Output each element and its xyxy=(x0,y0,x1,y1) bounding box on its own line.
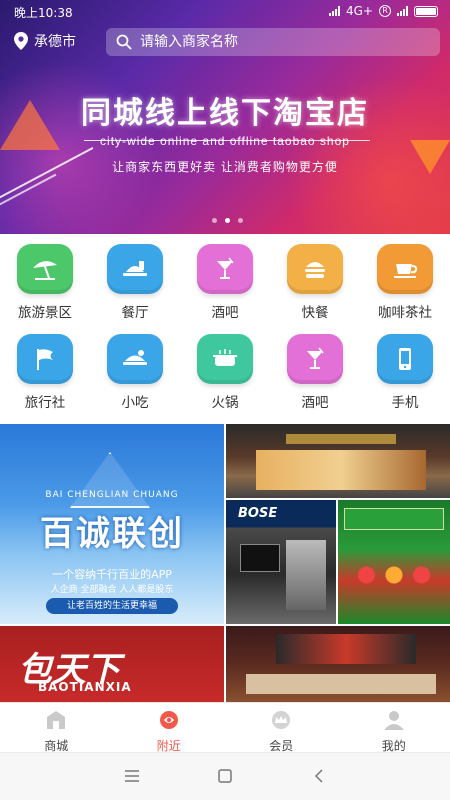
category-label: 旅行社 xyxy=(24,395,66,411)
crown-icon xyxy=(272,711,291,729)
merchant-photo-grid: BAI CHENGLIAN CHUANG 百诚联创 一个容纳千行百业的APP 人… xyxy=(0,424,450,702)
tab-member[interactable]: 会员 xyxy=(225,703,338,753)
promo-pinyin: BAI CHENGLIAN CHUANG xyxy=(45,490,179,500)
market-sign xyxy=(344,508,444,530)
back-icon[interactable] xyxy=(314,769,324,783)
category-label: 旅游景区 xyxy=(18,305,72,321)
status-icons: 4G+ R xyxy=(329,4,438,18)
banner-slogan: 让商家东西更好卖 让消费者购物更方便 xyxy=(112,160,338,174)
carousel-dot xyxy=(238,218,243,223)
banner-carousel[interactable]: 同城线上线下淘宝店 city-wide online and offline t… xyxy=(0,88,450,175)
carousel-dot-active xyxy=(225,218,230,223)
bose-logo: BOSE xyxy=(238,506,278,521)
banner-divider xyxy=(84,140,370,141)
header: 承德市 xyxy=(0,28,450,58)
status-time: 晚上10:38 xyxy=(14,6,73,20)
carousel-dot xyxy=(212,218,217,223)
promo-line: 一个容纳千行百业的APP xyxy=(52,568,172,581)
category-grid: 旅游景区 餐厅 酒吧 快餐 咖啡茶社 旅行社 小吃 火锅 酒吧 手机 xyxy=(0,236,450,424)
top-banner-area: 晚上10:38 4G+ R 承德市 同城线上线下淘宝店 city-wide xyxy=(0,0,450,234)
search-icon xyxy=(116,34,132,50)
store-sign xyxy=(286,434,396,444)
category-item[interactable]: 酒吧 xyxy=(270,334,360,411)
phone-icon xyxy=(377,334,433,384)
search-input[interactable] xyxy=(140,34,420,50)
status-bar: 晚上10:38 4G+ R xyxy=(0,0,450,24)
promo-image[interactable]: BAI CHENGLIAN CHUANG 百诚联创 一个容纳千行百业的APP 人… xyxy=(0,424,224,624)
cocktail-icon xyxy=(287,334,343,384)
menu-board xyxy=(276,634,416,664)
category-item[interactable]: 手机 xyxy=(360,334,450,411)
location-pin-icon xyxy=(14,32,28,50)
category-label: 酒吧 xyxy=(211,305,239,321)
category-item[interactable]: 小吃 xyxy=(90,334,180,411)
store-screen xyxy=(240,544,280,572)
tab-mine[interactable]: 我的 xyxy=(338,703,450,753)
beach-umbrella-icon xyxy=(17,244,73,294)
signal-icon xyxy=(329,6,340,16)
category-item[interactable]: 酒吧 xyxy=(180,244,270,321)
network-type: 4G+ xyxy=(346,4,373,18)
r-badge-icon: R xyxy=(379,5,391,17)
home-icon[interactable] xyxy=(218,769,232,783)
category-item[interactable]: 旅行社 xyxy=(0,334,90,411)
system-nav-bar xyxy=(0,752,450,800)
user-icon xyxy=(383,711,404,730)
category-item[interactable]: 快餐 xyxy=(270,244,360,321)
bottom-tab-bar: 商城 附近 会员 我的 xyxy=(0,702,450,753)
category-label: 餐厅 xyxy=(121,305,149,321)
category-item[interactable]: 餐厅 xyxy=(90,244,180,321)
tab-mall[interactable]: 商城 xyxy=(0,703,113,753)
store-door xyxy=(286,540,326,610)
store-photo[interactable] xyxy=(226,626,450,702)
category-label: 火锅 xyxy=(211,395,239,411)
coffee-cup-icon xyxy=(377,244,433,294)
category-label: 手机 xyxy=(391,395,419,411)
market-stall xyxy=(348,560,440,590)
category-item[interactable]: 咖啡茶社 xyxy=(360,244,450,321)
brand-name-en: BAOTIANXIA xyxy=(38,680,132,694)
city-name: 承德市 xyxy=(34,34,76,50)
city-selector[interactable]: 承德市 xyxy=(14,31,76,51)
flag-icon xyxy=(17,334,73,384)
category-label: 咖啡茶社 xyxy=(378,305,432,321)
nearby-icon xyxy=(159,711,178,729)
menu-icon[interactable] xyxy=(124,769,140,783)
store-photo[interactable] xyxy=(338,500,450,624)
promo-title: 百诚联创 xyxy=(40,514,184,554)
category-item[interactable]: 旅游景区 xyxy=(0,244,90,321)
hotpot-icon xyxy=(197,334,253,384)
cocktail-icon xyxy=(197,244,253,294)
category-label: 小吃 xyxy=(121,395,149,411)
shop-icon xyxy=(47,711,66,729)
store-front xyxy=(256,450,426,490)
burger-icon xyxy=(287,244,343,294)
search-bar[interactable] xyxy=(106,28,440,56)
carousel-indicators xyxy=(212,218,243,223)
food-tray-icon xyxy=(107,244,163,294)
store-photo[interactable]: BOSE xyxy=(226,500,336,624)
banner-subtitle: city-wide online and offline taobao shop xyxy=(100,134,350,148)
banner-title: 同城线上线下淘宝店 xyxy=(81,96,369,131)
food-counter xyxy=(246,674,436,694)
tab-nearby[interactable]: 附近 xyxy=(113,703,226,753)
category-label: 快餐 xyxy=(301,305,329,321)
store-photo[interactable]: 包天下 BAOTIANXIA xyxy=(0,626,224,702)
promo-pill: 让老百姓的生活更幸福 xyxy=(46,598,178,614)
battery-icon xyxy=(414,5,438,17)
promo-line: 人企商 全部融合 人人都是股东 xyxy=(50,585,174,595)
signal-icon xyxy=(397,6,408,16)
store-photo[interactable] xyxy=(226,424,450,498)
category-item[interactable]: 火锅 xyxy=(180,334,270,411)
category-label: 酒吧 xyxy=(301,395,329,411)
snack-icon xyxy=(107,334,163,384)
